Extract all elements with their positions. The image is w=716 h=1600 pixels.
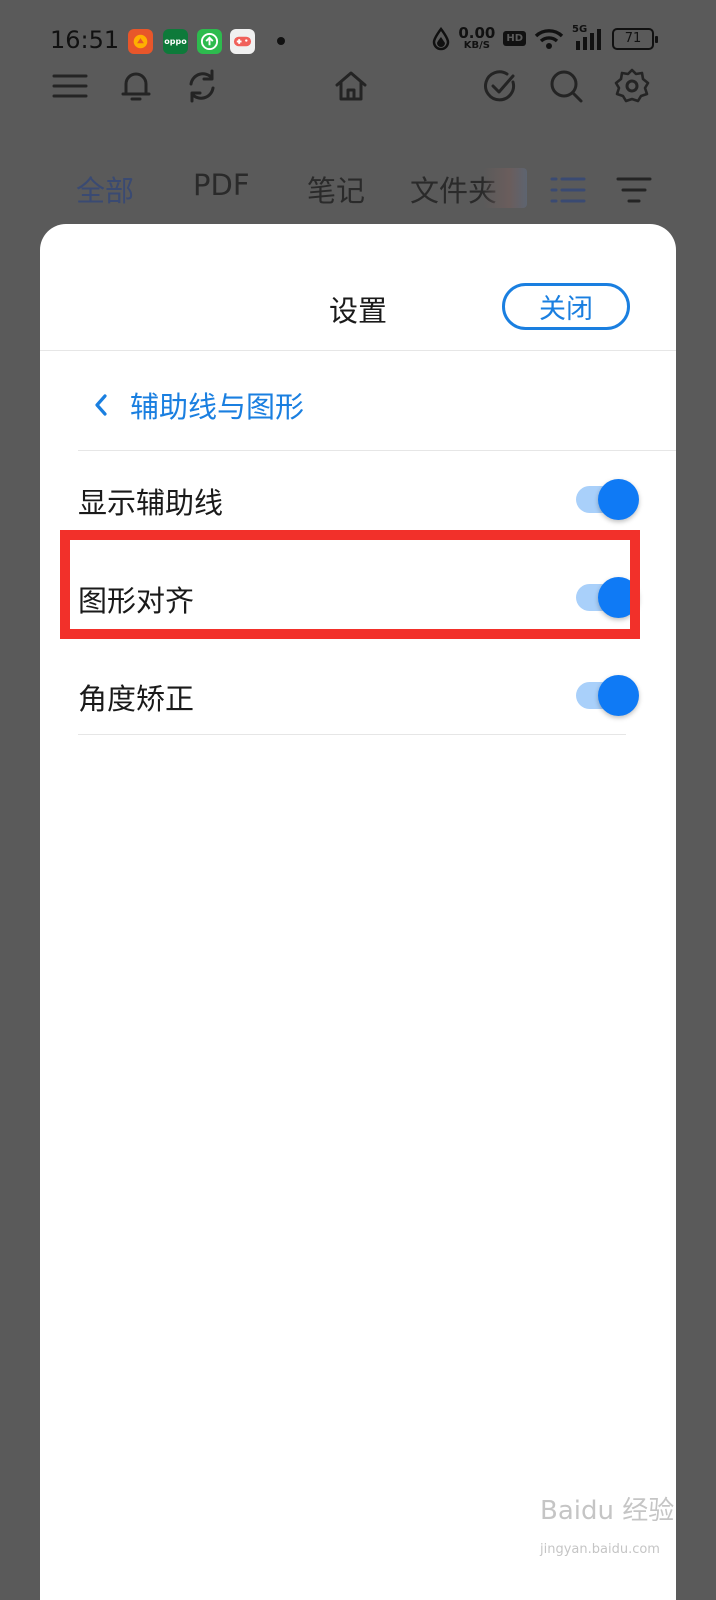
more-notifications-dot (277, 37, 285, 45)
oppo-icon-label: oppo (164, 37, 187, 46)
cellular-signal-icon: 5G (572, 24, 604, 51)
data-saver-icon (433, 26, 450, 50)
status-right-group: 0.00 KB/S HD 5G 71 (432, 24, 658, 51)
settings-gear-icon[interactable] (612, 66, 652, 106)
search-icon[interactable] (546, 66, 586, 106)
settings-sheet: 设置 关闭 辅助线与图形 显示辅助线 图形对齐 角度矫正 (40, 224, 676, 1600)
back-chevron-icon[interactable] (90, 390, 112, 420)
net-speed-unit: KB/S (463, 40, 490, 51)
setting-label: 角度矫正 (78, 682, 195, 716)
watermark-sub: jingyan.baidu.com (540, 1542, 660, 1557)
back-navigation[interactable]: 辅助线与图形 (90, 384, 304, 426)
net-speed-value: 0.00 (458, 24, 496, 42)
tab-pdf[interactable]: PDF (193, 168, 250, 202)
network-speed: 0.00 KB/S (458, 26, 495, 51)
list-view-icon[interactable] (548, 170, 588, 210)
wifi-icon (534, 28, 564, 49)
tabs-fade-overlay (483, 168, 527, 208)
section-divider (78, 450, 676, 451)
app-notification-icon (128, 29, 153, 54)
baidu-watermark: Baidu 经验 jingyan.baidu.com (540, 1490, 680, 1570)
status-time: 16:51 (50, 26, 120, 54)
battery-indicator: 71 (612, 27, 658, 50)
sync-icon[interactable] (182, 66, 222, 106)
setting-label: 显示辅助线 (78, 486, 224, 520)
toggle-knob (598, 479, 639, 520)
setting-row-angle-correct[interactable]: 角度矫正 (78, 666, 639, 726)
tab-all[interactable]: 全部 (76, 168, 134, 210)
filter-sort-icon[interactable] (614, 170, 654, 210)
annotation-highlight-box (60, 530, 640, 639)
oppo-notification-icon: oppo (163, 29, 188, 54)
upload-notification-icon (197, 29, 222, 54)
setting-row-show-guides[interactable]: 显示辅助线 (78, 470, 639, 530)
check-circle-icon[interactable] (480, 66, 520, 106)
close-button[interactable]: 关闭 (502, 283, 630, 330)
section-title: 辅助线与图形 (130, 390, 305, 424)
game-notification-icon (230, 29, 255, 54)
tab-notes[interactable]: 笔记 (307, 168, 365, 210)
watermark-main: Baidu 经验 (540, 1496, 675, 1526)
battery-level: 71 (624, 31, 642, 46)
hd-badge: HD (503, 31, 526, 46)
menu-icon[interactable] (50, 66, 90, 106)
show-guides-toggle[interactable] (574, 479, 639, 520)
bell-icon[interactable] (116, 66, 156, 106)
home-icon[interactable] (331, 66, 371, 106)
header-divider (40, 350, 676, 351)
angle-correct-toggle[interactable] (574, 675, 639, 716)
category-tabs: 全部 PDF 笔记 文件夹 (0, 168, 716, 212)
toggle-knob (598, 675, 639, 716)
settings-bottom-divider (78, 734, 626, 735)
